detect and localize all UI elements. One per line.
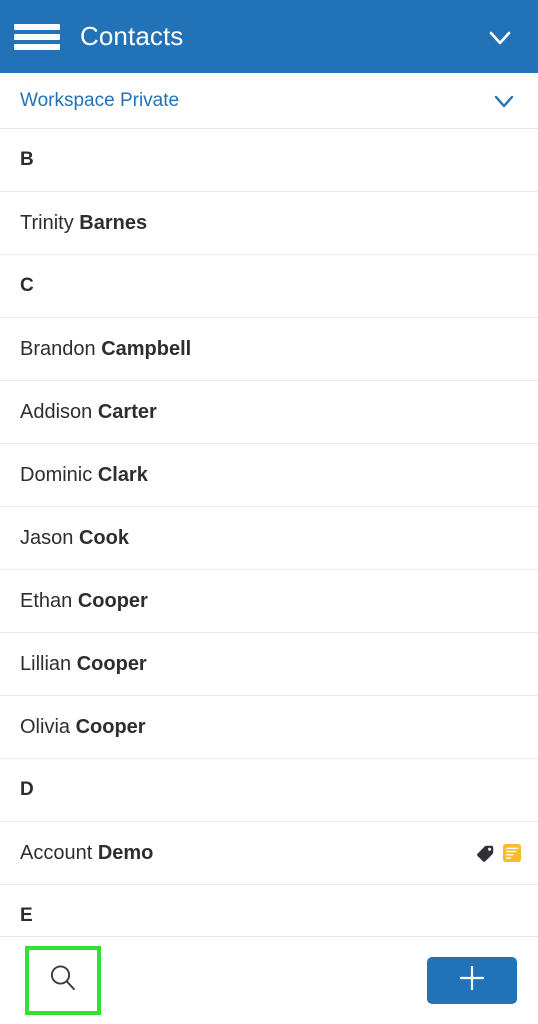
contact-name: Lillian Cooper [20, 653, 522, 676]
section-header: C [0, 255, 538, 318]
contact-row[interactable]: Jason Cook [0, 507, 538, 570]
contact-first-name: Dominic [20, 463, 93, 486]
contact-name: Trinity Barnes [20, 212, 522, 235]
tag-icon[interactable] [476, 844, 495, 863]
contact-name: Olivia Cooper [20, 716, 522, 739]
section-letter: C [20, 275, 34, 296]
workspace-label: Workspace Private [20, 89, 180, 111]
contact-first-name: Trinity [20, 211, 74, 234]
contact-last-name: Demo [97, 841, 154, 864]
contact-name: Ethan Cooper [20, 590, 522, 613]
contact-row[interactable]: Dominic Clark [0, 444, 538, 507]
row-icon-group [476, 843, 522, 863]
contact-row[interactable]: Brandon Campbell [0, 318, 538, 381]
contact-last-name: Cooper [77, 589, 148, 612]
section-header: D [0, 759, 538, 822]
chevron-down-icon[interactable] [484, 81, 524, 121]
contact-first-name: Lillian [20, 652, 72, 675]
contact-last-name: Cooper [75, 715, 146, 738]
contact-last-name: Cook [78, 526, 129, 549]
contact-name: Brandon Campbell [20, 338, 522, 361]
page-title: Contacts [80, 21, 184, 51]
section-header: B [0, 129, 538, 192]
contact-first-name: Ethan [20, 589, 73, 612]
contact-row[interactable]: Addison Carter [0, 381, 538, 444]
section-header: E [0, 885, 538, 936]
contact-first-name: Account [20, 841, 93, 864]
section-letter: E [20, 905, 33, 926]
contact-list[interactable]: B Trinity Barnes C Brandon Campbell Addison … [0, 129, 538, 936]
hamburger-bar [14, 33, 60, 40]
section-letter: D [20, 779, 34, 800]
contact-name: Dominic Clark [20, 464, 522, 487]
contact-row[interactable]: Ethan Cooper [0, 570, 538, 633]
contact-first-name: Brandon [20, 337, 96, 360]
contact-row[interactable]: Account Demo [0, 822, 538, 885]
app-header: Contacts [0, 0, 538, 73]
contact-last-name: Cooper [76, 652, 147, 675]
search-button[interactable] [25, 946, 101, 1015]
contact-first-name: Jason [20, 526, 74, 549]
contact-row[interactable]: Olivia Cooper [0, 696, 538, 759]
contact-row[interactable]: Trinity Barnes [0, 192, 538, 255]
plus-icon [454, 960, 490, 1001]
contact-first-name: Olivia [20, 715, 71, 738]
contact-last-name: Barnes [79, 211, 148, 234]
note-icon[interactable] [502, 843, 522, 863]
contacts-screen: Contacts Workspace Private B Trinity Barn… [0, 0, 538, 1024]
bottom-toolbar [0, 936, 538, 1024]
contact-name: Account Demo [20, 842, 476, 865]
search-icon [45, 960, 81, 1001]
contact-name: Jason Cook [20, 527, 522, 550]
hamburger-bar [14, 23, 60, 30]
contact-row[interactable]: Lillian Cooper [0, 633, 538, 696]
contact-last-name: Campbell [101, 337, 192, 360]
checkmark-icon[interactable] [478, 15, 522, 59]
section-letter: B [20, 149, 34, 170]
contact-last-name: Clark [97, 463, 148, 486]
contact-name: Addison Carter [20, 401, 522, 424]
contact-first-name: Addison [20, 400, 93, 423]
workspace-selector[interactable]: Workspace Private [0, 73, 538, 129]
contact-last-name: Carter [97, 400, 157, 423]
hamburger-bar [14, 43, 60, 50]
add-contact-button[interactable] [427, 957, 517, 1004]
hamburger-menu-icon[interactable] [14, 20, 60, 54]
